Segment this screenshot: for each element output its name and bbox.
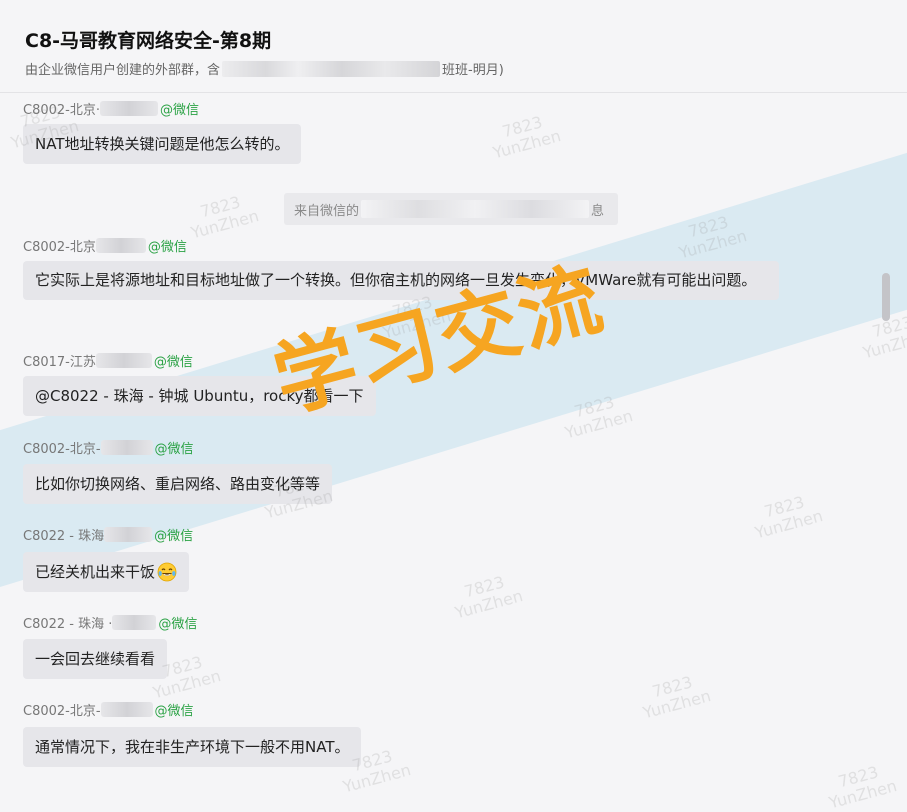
redacted-sender-name [100, 101, 158, 116]
message-bubble[interactable]: 一会回去继续看看 [23, 639, 168, 679]
sender-name: C8002-北京- [23, 442, 101, 457]
message-text: 已经关机出来干饭 [35, 562, 156, 581]
redacted-sender-name [104, 527, 153, 542]
group-title: C8-马哥教育网络安全-第8期 [25, 30, 272, 52]
message-sender: C8002-北京 @微信 [23, 236, 187, 255]
system-notice-prefix: 来自微信的 [294, 203, 360, 219]
wechat-tag: @微信 [154, 529, 194, 544]
sender-name: C8002-北京 [23, 240, 96, 255]
wechat-tag: @微信 [153, 355, 193, 370]
message-text: NAT地址转换关键问题是他怎么转的。 [35, 134, 290, 153]
sender-name: C8002-北京· [23, 103, 100, 118]
subtitle-prefix: 由企业微信用户创建的外部群，含 [25, 63, 221, 78]
sender-name: C8022 - 珠海 [23, 529, 105, 544]
message-text: 通常情况下，我在非生产环境下一般不用NAT。 [35, 737, 350, 756]
message-bubble[interactable]: 通常情况下，我在非生产环境下一般不用NAT。 [23, 727, 362, 767]
redacted-sender-name [100, 702, 153, 717]
wechat-tag: @微信 [154, 704, 194, 719]
message-bubble[interactable]: 已经关机出来干饭 [23, 552, 190, 592]
redacted-member-list [222, 61, 441, 77]
message-sender: C8002-北京- @微信 [23, 700, 194, 719]
sender-name: C8017-江苏 [23, 355, 96, 370]
wechat-tag: @微信 [158, 617, 198, 632]
wechat-tag: @微信 [154, 442, 194, 457]
redacted-sender-name [112, 615, 157, 630]
subtitle-suffix: 班班-明月) [442, 63, 504, 78]
sender-name: C8002-北京- [23, 704, 101, 719]
redacted-system-text [361, 200, 590, 218]
message-list[interactable]: C8002-北京· @微信 NAT地址转换关键问题是他怎么转的。 来自微信的 息 C… [0, 93, 907, 791]
system-notice: 来自微信的 息 [284, 193, 618, 225]
group-subtitle: 由企业微信用户创建的外部群，含 班班-明月) [25, 59, 504, 78]
message-text: 一会回去继续看看 [35, 649, 156, 668]
redacted-sender-name [95, 353, 152, 368]
chat-header: C8-马哥教育网络安全-第8期 由企业微信用户创建的外部群，含 班班-明月) [0, 0, 907, 93]
message-text: 比如你切换网络、重启网络、路由变化等等 [35, 474, 321, 493]
wechat-tag: @微信 [160, 103, 200, 118]
redacted-sender-name [100, 440, 153, 455]
message-sender: C8022 - 珠海 · @微信 [23, 613, 197, 632]
scrollbar-thumb[interactable] [882, 273, 890, 321]
redacted-sender-name [95, 238, 146, 253]
message-bubble[interactable]: NAT地址转换关键问题是他怎么转的。 [23, 124, 302, 164]
wechat-tag: @微信 [147, 240, 187, 255]
message-sender: C8002-北京- @微信 [23, 438, 194, 457]
message-bubble[interactable]: 它实际上是将源地址和目标地址做了一个转换。但你宿主机的网络一旦发生变化，VMWa… [23, 261, 779, 300]
message-text: 它实际上是将源地址和目标地址做了一个转换。但你宿主机的网络一旦发生变化，VMWa… [35, 271, 757, 289]
message-sender: C8002-北京· @微信 [23, 99, 199, 118]
system-notice-suffix: 息 [591, 203, 605, 219]
message-bubble[interactable]: 比如你切换网络、重启网络、路由变化等等 [23, 464, 333, 504]
message-sender: C8017-江苏 @微信 [23, 351, 193, 370]
laughing-tears-emoji [157, 562, 177, 582]
message-sender: C8022 - 珠海 @微信 [23, 525, 193, 544]
sender-name: C8022 - 珠海 · [23, 617, 113, 632]
